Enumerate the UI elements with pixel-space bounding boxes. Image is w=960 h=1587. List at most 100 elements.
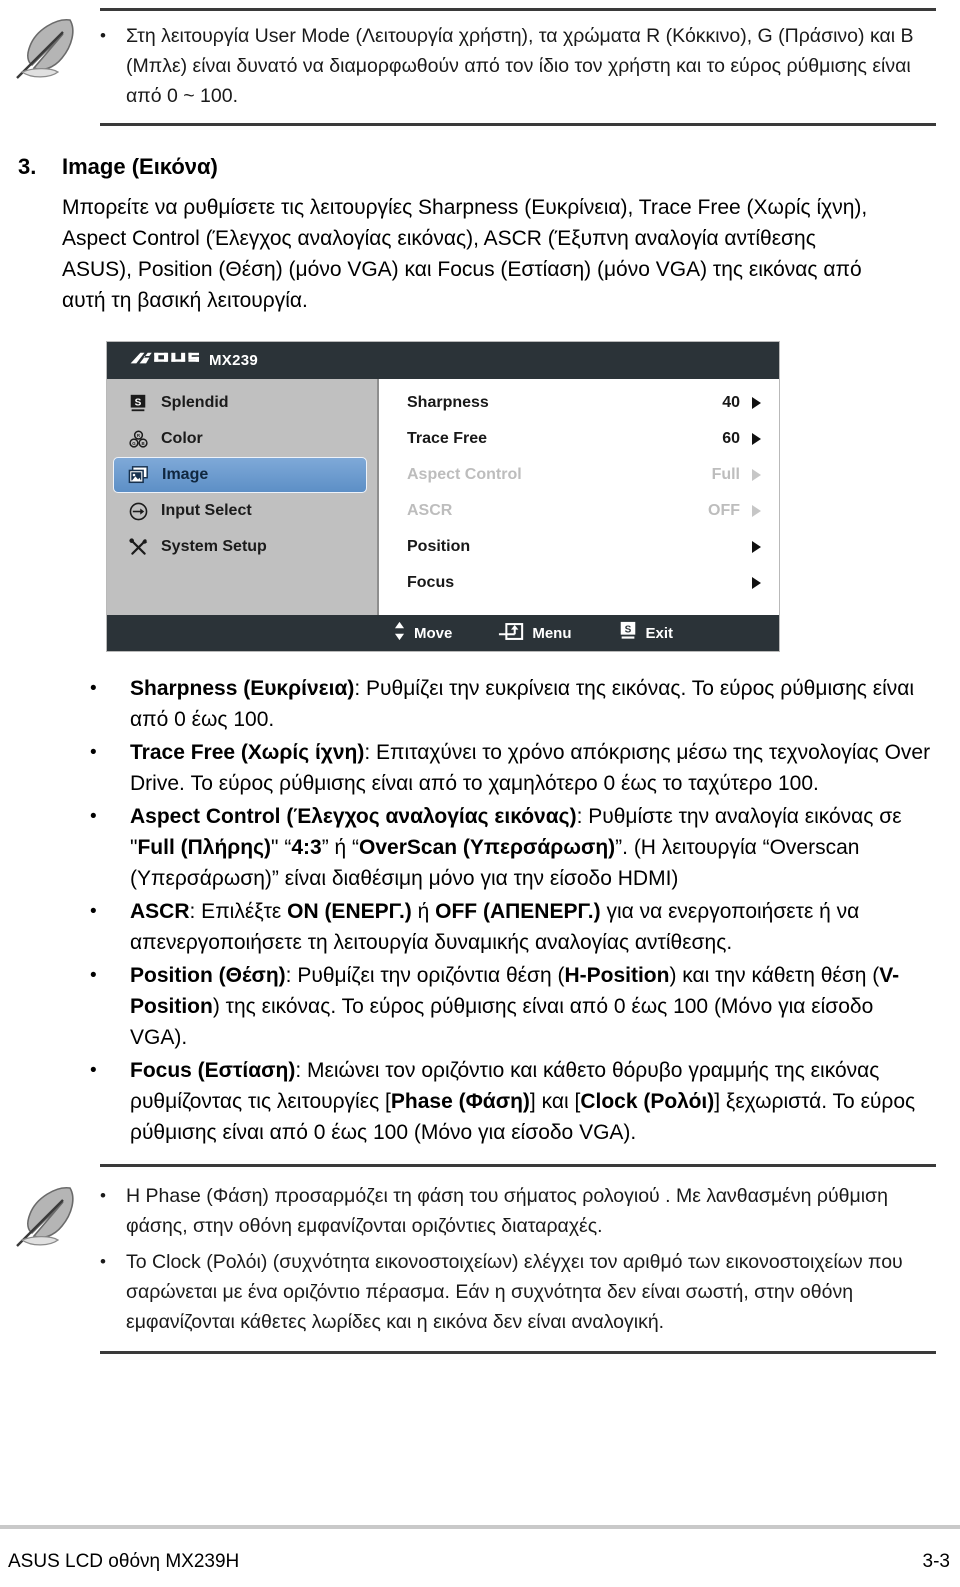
chevron-right-icon [752,397,761,409]
list-item-text: Aspect Control (Έλεγχος αναλογίας εικόνα… [130,801,960,894]
input-arrow-icon [125,499,151,523]
osd-item-label: ASCR [407,502,453,519]
osd-sidebar-label: Splendid [161,394,229,411]
osd-sidebar-label: Image [162,466,209,483]
osd-sidebar-label: System Setup [161,538,267,555]
list-item-term: Sharpness (Ευκρίνεια) [130,677,355,700]
osd-titlebar: MX239 [107,342,779,379]
osd-sidebar-label: Input Select [161,502,252,519]
up-down-arrows-icon [393,621,406,645]
list-item-term: Position (Θέση) [130,964,286,987]
bullet-glyph: • [90,1060,97,1081]
chevron-right-icon [752,433,761,445]
list-item: • Position (Θέση): Ρυθμίζει την οριζόντι… [0,960,960,1053]
osd-item-label: Sharpness [407,394,489,411]
list-item-text: Position (Θέση): Ρυθμίζει την οριζόντια … [130,960,960,1053]
osd-sidebar-item-input-select[interactable]: Input Select [107,493,377,529]
osd-item-sharpness[interactable]: Sharpness 40 [379,385,779,421]
bullet-glyph: • [90,742,97,763]
osd-body: S Splendid R G B Color Image Input Selec… [107,379,779,615]
bullet-glyph: • [90,806,97,827]
color-rgb-icon: R G B [125,427,151,451]
svg-text:B: B [141,440,144,445]
osd-item-value: 40 [722,394,740,411]
note-top-body: • Στη λειτουργία User Mode (Λειτουργία χ… [0,11,960,111]
osd-item-list: Sharpness 40 Trace Free 60 Aspect Contro… [379,379,779,615]
bullet-glyph: • [90,965,97,986]
osd-item-focus[interactable]: Focus [379,565,779,601]
osd-footer-bar: Move Menu S Exit [107,615,779,651]
menu-enter-icon [498,622,524,645]
image-picture-icon [126,463,152,487]
osd-footer-exit[interactable]: S Exit [618,621,673,645]
bullet-glyph: • [90,678,97,699]
list-item-term: Trace Free (Χωρίς ίχνη) [130,741,365,764]
splendid-s-icon: S [125,391,151,415]
osd-footer-label: Move [413,624,453,642]
bullet-glyph: • [100,1186,106,1205]
osd-item-label: Focus [407,574,455,591]
osd-footer-menu[interactable]: Menu [498,622,572,645]
note-box-top: • Στη λειτουργία User Mode (Λειτουργία χ… [0,0,960,126]
asus-logo-icon [129,350,199,372]
osd-sidebar-label: Color [161,430,203,447]
note-item: • Η Phase (Φάση) προσαρμόζει τη φάση του… [100,1181,936,1241]
page-number: 3-3 [922,1551,950,1572]
list-item-text: Sharpness (Ευκρίνεια): Ρυθμίζει την ευκρ… [130,673,960,735]
list-item-text: Focus (Εστίαση): Μειώνει τον οριζόντιο κ… [130,1055,960,1148]
section-number: 3. [18,154,37,179]
svg-text:G: G [132,440,136,445]
osd-item-label: Aspect Control [407,466,522,483]
bullet-glyph: • [90,901,97,922]
osd-sidebar-item-splendid[interactable]: S Splendid [107,385,377,421]
chevron-right-icon [752,577,761,589]
note-item: • Στη λειτουργία User Mode (Λειτουργία χ… [100,21,936,111]
note-text: Στη λειτουργία User Mode (Λειτουργία χρή… [126,25,914,107]
quill-feather-icon [8,1178,86,1256]
section-image: 3. Image (Εικόνα) Μπορείτε να ρυθμίσετε … [0,152,960,316]
osd-item-value: 60 [722,430,740,447]
list-item-rest: : Επιλέξτε ON (ΕΝΕΡΓ.) ή OFF (ΑΠΕΝΕΡΓ.) … [130,900,860,954]
list-item: • Focus (Εστίαση): Μειώνει τον οριζόντιο… [0,1055,960,1148]
osd-sidebar: S Splendid R G B Color Image Input Selec… [107,379,379,615]
chevron-right-icon [752,541,761,553]
list-item: • Aspect Control (Έλεγχος αναλογίας εικό… [0,801,960,894]
list-item: • Trace Free (Χωρίς ίχνη): Επιταχύνει το… [0,737,960,799]
footer-divider [0,1525,960,1529]
list-item-term: ASCR [130,900,190,923]
footer-left-text: ASUS LCD οθόνη MX239H [8,1551,240,1572]
note-bottom-body: • Η Phase (Φάση) προσαρμόζει τη φάση του… [0,1167,960,1337]
list-item-text: Trace Free (Χωρίς ίχνη): Επιταχύνει το χ… [130,737,960,799]
osd-menu: MX239 S Splendid R G B Color Image Input… [107,342,779,651]
section-title: Image (Εικόνα) [62,154,218,179]
osd-footer-label: Menu [532,624,572,642]
list-item-term: Focus (Εστίαση) [130,1059,296,1082]
list-item: • ASCR: Επιλέξτε ON (ΕΝΕΡΓ.) ή OFF (ΑΠΕΝ… [0,896,960,958]
osd-item-ascr[interactable]: ASCR OFF [379,493,779,529]
chevron-right-icon [752,505,761,517]
section-content: Image (Εικόνα) Μπορείτε να ρυθμίσετε τις… [62,152,960,316]
osd-model-label: MX239 [209,352,259,369]
quill-feather-icon [8,10,86,88]
note-box-bottom: • Η Phase (Φάση) προσαρμόζει τη φάση του… [0,1164,960,1354]
list-item: • Sharpness (Ευκρίνεια): Ρυθμίζει την ευ… [0,673,960,735]
osd-footer-move[interactable]: Move [393,621,452,645]
osd-sidebar-item-color[interactable]: R G B Color [107,421,377,457]
svg-text:R: R [136,432,140,437]
page-footer: ASUS LCD οθόνη MX239H 3-3 [0,1551,960,1573]
osd-item-value: Full [711,466,740,483]
note-text: Το Clock (Ρολόι) (συχνότητα εικονοστοιχε… [126,1251,903,1333]
osd-sidebar-item-system-setup[interactable]: System Setup [107,529,377,565]
bullet-glyph: • [100,1252,106,1271]
note-bottom-rule-lower [100,1351,936,1354]
section-paragraph: Μπορείτε να ρυθμίσετε τις λειτουργίες Sh… [62,196,868,312]
osd-item-value: OFF [708,502,740,519]
osd-sidebar-item-image[interactable]: Image [113,457,367,493]
feature-description-list: • Sharpness (Ευκρίνεια): Ρυθμίζει την ευ… [0,673,960,1148]
list-item-term: Aspect Control (Έλεγχος αναλογίας εικόνα… [130,805,577,828]
osd-item-position[interactable]: Position [379,529,779,565]
osd-item-trace-free[interactable]: Trace Free 60 [379,421,779,457]
svg-text:S: S [135,397,142,408]
bullet-glyph: • [100,26,106,45]
osd-item-aspect-control[interactable]: Aspect Control Full [379,457,779,493]
